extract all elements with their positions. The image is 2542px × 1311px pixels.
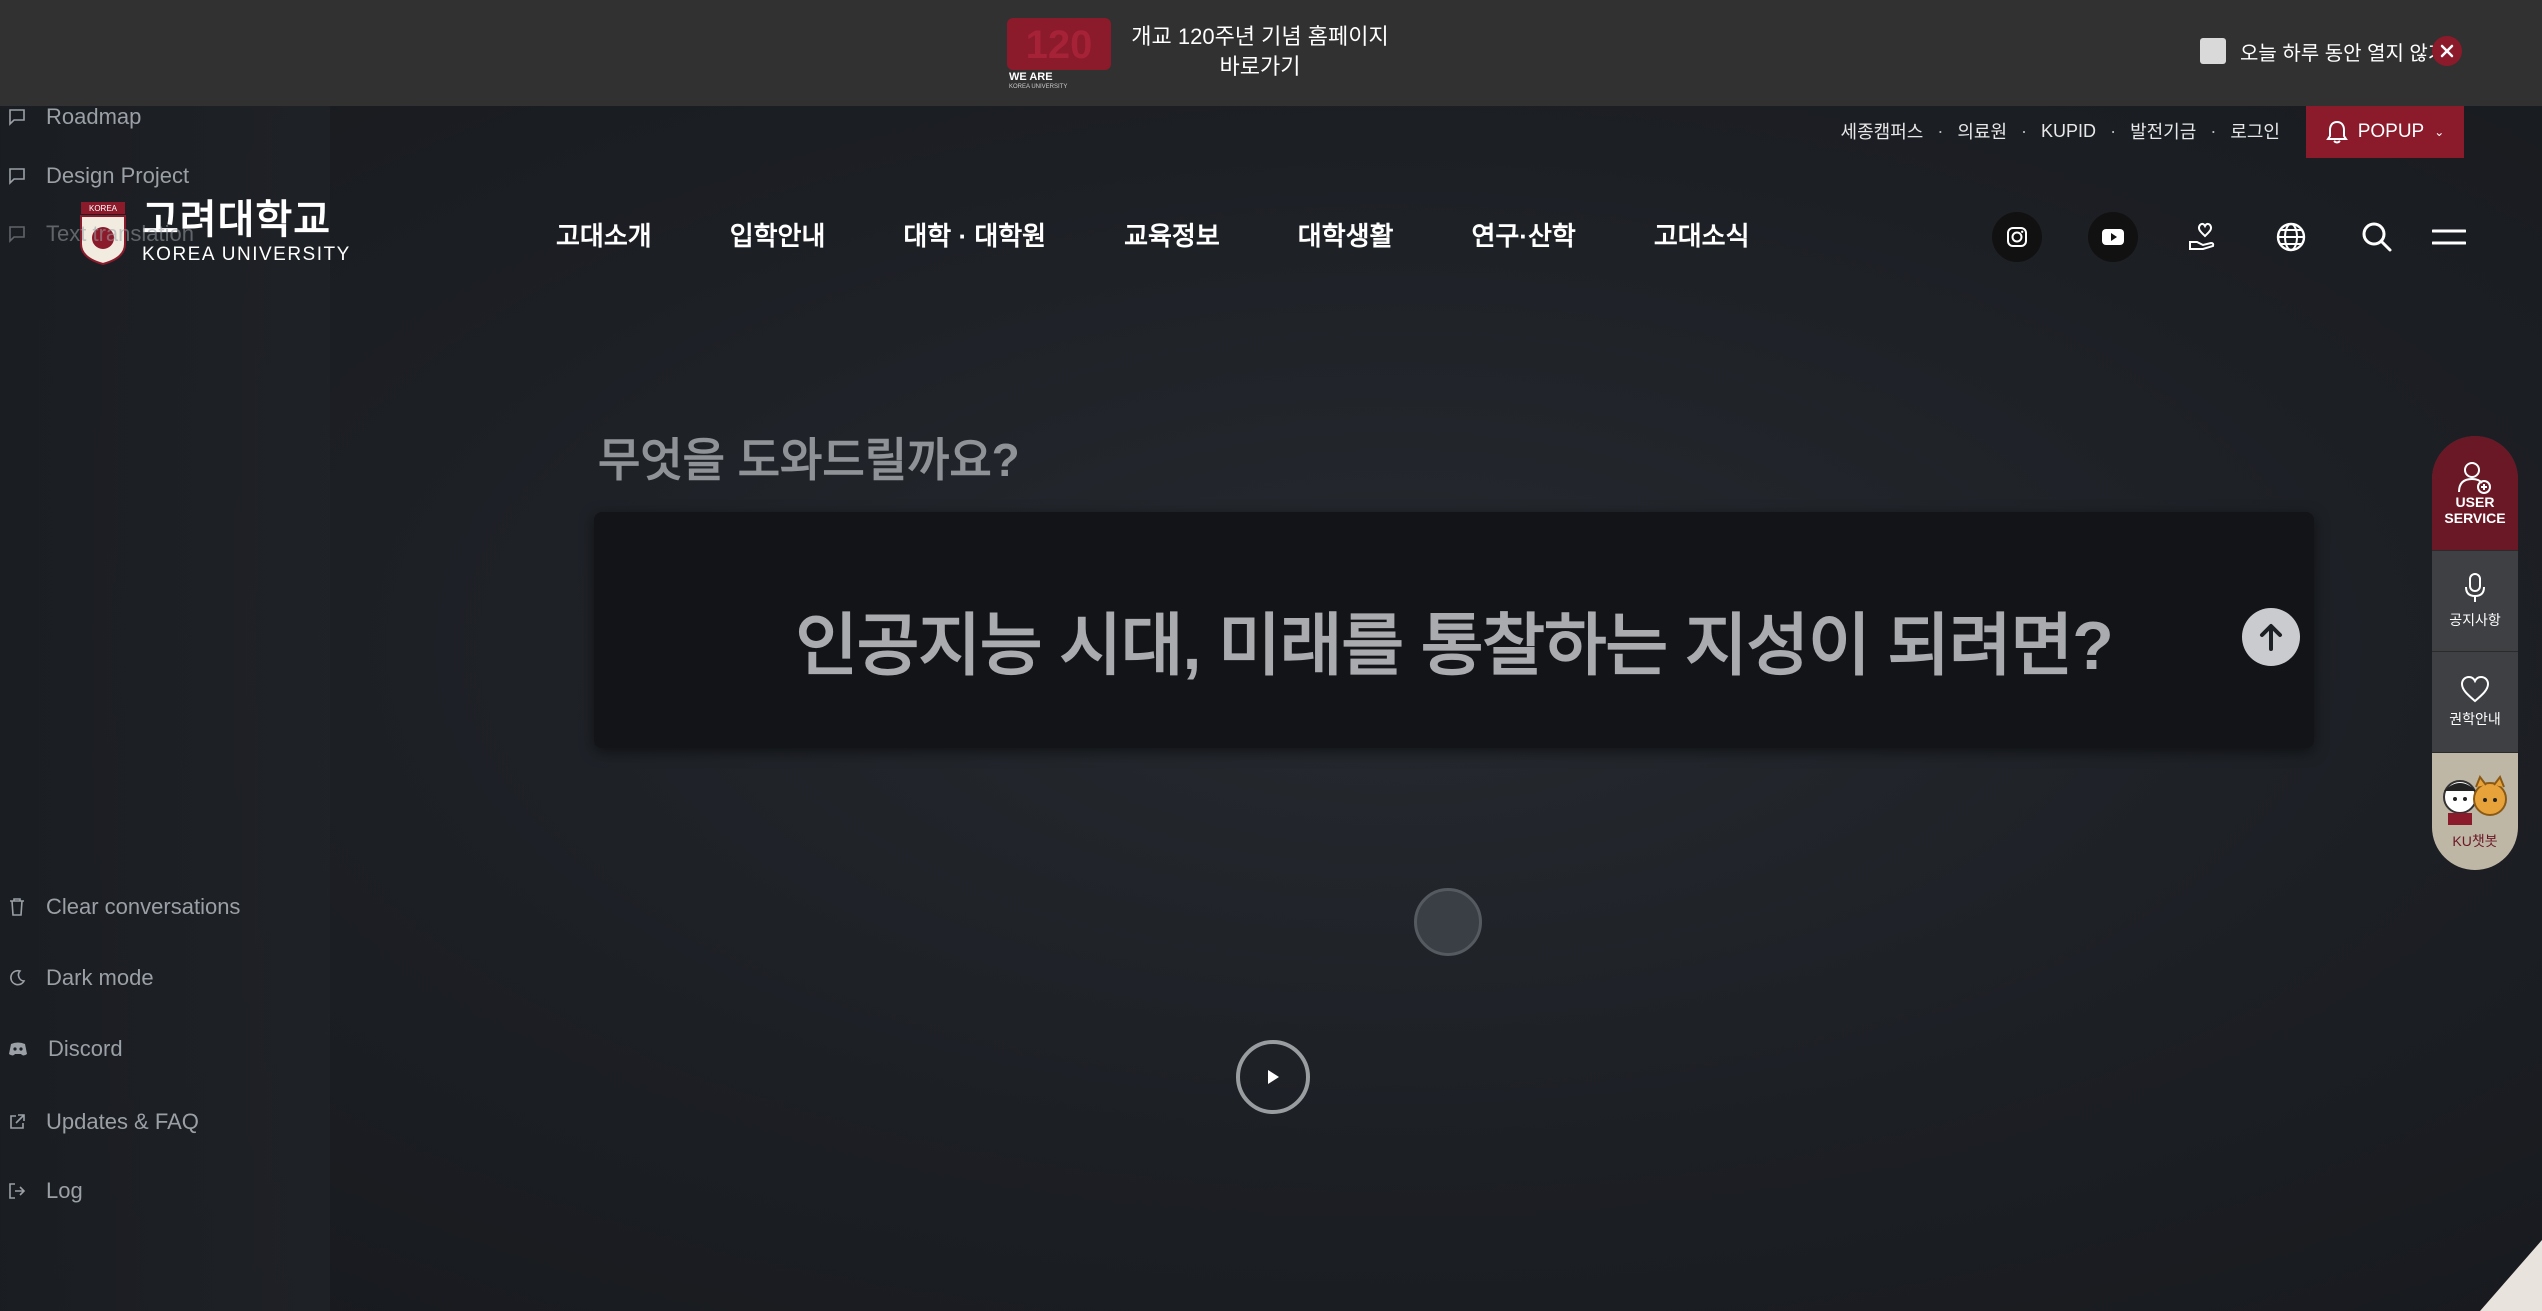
anniversary-text-line2: 바로가기: [1219, 54, 1301, 79]
bell-icon: [2325, 120, 2348, 144]
sidebar-item-label: Updates & FAQ: [46, 1109, 199, 1134]
anniversary-logo[interactable]: 120 WE ARE KOREA UNIVERSITY: [1005, 16, 1113, 90]
util-link-medical[interactable]: 의료원: [1957, 118, 2007, 144]
utility-links: 세종캠퍼스 · 의료원 · KUPID · 발전기금 · 로그인: [1841, 118, 2280, 144]
util-link-login[interactable]: 로그인: [2230, 118, 2280, 144]
instagram-icon: [2007, 227, 2027, 247]
quick-chatbot[interactable]: KU챗봇: [2432, 753, 2518, 870]
send-button[interactable]: [2242, 608, 2300, 666]
dont-show-checkbox[interactable]: [2200, 38, 2226, 64]
util-link-fund[interactable]: 발전기금: [2130, 118, 2196, 144]
sidebar-item-label: Dark mode: [46, 965, 154, 990]
anniversary-text-line1: 개교 120주년 기념 홈페이지: [1131, 24, 1389, 49]
heart-icon: [2460, 675, 2490, 703]
sidebar-discord[interactable]: Discord: [8, 1036, 123, 1062]
popup-button[interactable]: POPUP ⌄: [2306, 106, 2464, 158]
sidebar-item-label: Log: [46, 1178, 83, 1203]
question-box[interactable]: 인공지능 시대, 미래를 통찰하는 지성이 되려면?: [594, 512, 2314, 748]
logo-subtext: KOREA UNIVERSITY: [1009, 84, 1067, 90]
instagram-button[interactable]: [1992, 212, 2042, 262]
util-link-kupid[interactable]: KUPID: [2041, 121, 2096, 142]
donation-button[interactable]: [2180, 212, 2230, 262]
sidebar-item-label: Clear conversations: [46, 894, 241, 919]
search-button[interactable]: [2352, 212, 2402, 262]
page-corner-fold: [2480, 1240, 2542, 1311]
logo-text: WE ARE: [1009, 71, 1053, 83]
sidebar-updates-faq[interactable]: Updates & FAQ: [8, 1109, 199, 1135]
language-button[interactable]: [2266, 212, 2316, 262]
dont-show-today[interactable]: 오늘 하루 동안 열지 않기: [2200, 36, 2446, 66]
menu-button[interactable]: [2424, 212, 2474, 262]
quick-notice[interactable]: 공지사항: [2432, 551, 2518, 652]
logout-icon: [9, 1183, 26, 1199]
search-icon: [2362, 222, 2392, 252]
loading-indicator: [1414, 888, 1482, 956]
nav-about[interactable]: 고대소개: [556, 216, 652, 253]
nav-campus-life[interactable]: 대학생활: [1298, 216, 1394, 253]
quick-user-service[interactable]: USER SERVICE: [2432, 436, 2518, 551]
util-link-sejong[interactable]: 세종캠퍼스: [1841, 118, 1924, 144]
sidebar-item-label: Design Project: [46, 163, 190, 188]
sidebar-item-text-translation[interactable]: Text translation: [8, 221, 194, 247]
main-nav: 고대소개 입학안내 대학 · 대학원 교육정보 대학생활 연구·산학 고대소식: [556, 216, 1750, 253]
chat-icon: [9, 168, 25, 185]
discord-icon: [9, 1042, 27, 1056]
logo-english: KOREA UNIVERSITY: [142, 244, 351, 265]
sidebar-dark-mode[interactable]: Dark mode: [8, 965, 154, 991]
hamburger-icon: [2432, 229, 2466, 245]
svg-text:KOREA: KOREA: [89, 204, 118, 213]
quick-donation[interactable]: 권학안내: [2432, 652, 2518, 753]
nav-research[interactable]: 연구·산학: [1471, 216, 1575, 253]
play-icon: [1268, 1070, 1279, 1084]
sidebar-log[interactable]: Log: [8, 1178, 83, 1204]
sidebar-item-roadmap[interactable]: Roadmap: [8, 104, 141, 130]
nav-education[interactable]: 교육정보: [1124, 216, 1220, 253]
play-button[interactable]: [1236, 1040, 1310, 1114]
dont-show-label: 오늘 하루 동안 열지 않기: [2240, 42, 2447, 65]
quick-user-line1: USER: [2455, 494, 2495, 510]
youtube-icon: [2102, 229, 2124, 245]
globe-icon: [2276, 222, 2306, 252]
microphone-icon: [2465, 573, 2485, 602]
quick-notice-label: 공지사항: [2449, 612, 2501, 628]
nav-news[interactable]: 고대소식: [1654, 216, 1750, 253]
sidebar-item-design-project[interactable]: Design Project: [8, 163, 189, 189]
sidebar-item-label: Text translation: [46, 221, 194, 246]
quick-user-line2: SERVICE: [2444, 510, 2506, 526]
sidebar-clear-conversations[interactable]: Clear conversations: [8, 894, 240, 920]
question-text: 인공지능 시대, 미래를 통찰하는 지성이 되려면?: [795, 608, 2114, 684]
arrow-up-icon: [2260, 624, 2282, 651]
sidebar-item-label: Roadmap: [46, 104, 142, 129]
moon-icon: [10, 969, 26, 986]
trash-icon: [10, 898, 24, 916]
chevron-down-icon: ⌄: [2434, 125, 2445, 139]
youtube-button[interactable]: [2088, 212, 2138, 262]
anniversary-link[interactable]: 개교 120주년 기념 홈페이지 바로가기: [1130, 22, 1390, 82]
quick-chatbot-label: KU챗봇: [2452, 833, 2498, 849]
quick-menu: USER SERVICE 공지사항 권학안내 KU챗봇: [2432, 436, 2518, 870]
quick-donation-label: 권학안내: [2449, 711, 2501, 727]
help-heading: 무엇을 도와드릴까요?: [598, 434, 1020, 486]
chat-icon: [9, 109, 25, 126]
sidebar-item-label: Discord: [48, 1036, 123, 1061]
nav-colleges[interactable]: 대학 · 대학원: [903, 216, 1046, 253]
heart-hand-icon: [2189, 222, 2215, 250]
popup-label: POPUP: [2357, 121, 2425, 142]
svg-text:120: 120: [1026, 23, 1093, 67]
close-icon: [2440, 44, 2454, 58]
banner-close-button[interactable]: [2432, 36, 2462, 66]
mascot-icon: [2443, 774, 2507, 825]
chat-icon: [9, 226, 25, 243]
external-link-icon: [10, 1114, 25, 1129]
user-plus-icon: [2458, 462, 2491, 494]
nav-admission[interactable]: 입학안내: [730, 216, 826, 253]
anniversary-banner: 120 WE ARE KOREA UNIVERSITY 개교 120주년 기념 …: [0, 0, 2542, 106]
